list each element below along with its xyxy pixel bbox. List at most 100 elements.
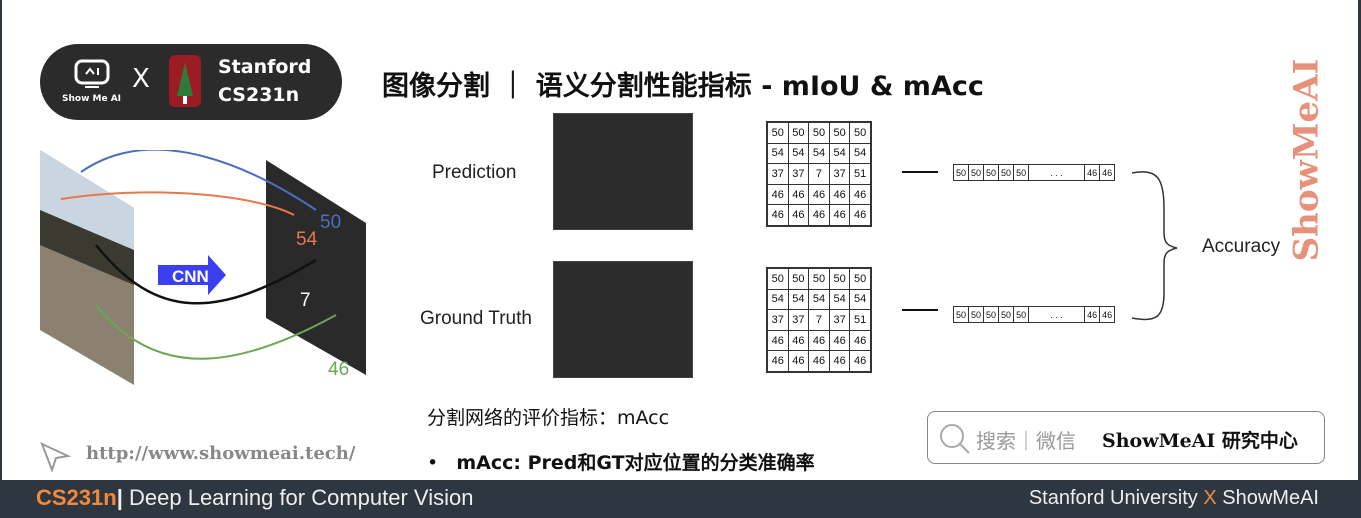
search-prefix: 搜索｜微信: [976, 429, 1076, 453]
cs231n-text: CS231n: [218, 84, 300, 106]
prediction-matrix: 50 50 50 50 50 54 54 54 54 54 37 37 7 37 51 46 46 46 46 46 4…: [766, 121, 872, 227]
matrix-cell: 46: [808, 329, 830, 352]
matrix-cell: 54: [828, 142, 851, 165]
footer-subtitle: Deep Learning for Computer Vision: [129, 485, 474, 510]
matrix-cell: 46: [767, 204, 789, 226]
vector-cell: 46: [1102, 168, 1113, 178]
arrow-icon: [902, 309, 938, 311]
accuracy-label: Accuracy: [1202, 236, 1281, 257]
footer-right: Stanford University X ShowMeAI: [1029, 487, 1319, 510]
notes-bullet: • mAcc: Pred和GT对应位置的分类准确率: [427, 452, 815, 474]
matrix-cell: 50: [849, 268, 871, 290]
matrix-cell: 46: [787, 183, 810, 206]
matrix-cell: 37: [787, 309, 810, 331]
vector-cell: 50: [984, 307, 1000, 322]
vector-cell: 50: [984, 165, 1000, 180]
footer-left: CS231n| Deep Learning for Computer Visio…: [36, 485, 473, 511]
matrix-cell: 50: [849, 122, 871, 144]
x-mark: X: [132, 64, 150, 94]
vector-cell: 50: [969, 165, 985, 180]
matrix-cell: 46: [767, 329, 789, 352]
arrow-icon: [902, 171, 938, 173]
class-label-50: 50: [320, 212, 341, 233]
matrix-cell: 54: [808, 142, 830, 165]
showmeai-watermark: ShowMeAI: [1286, 58, 1327, 262]
matrix-cell: 50: [767, 268, 789, 290]
cnn-label: CNN: [172, 267, 209, 286]
showmeai-logo-text: Show Me AI: [62, 94, 122, 104]
matrix-cell: 46: [828, 350, 851, 372]
matrix-cell: 46: [828, 204, 851, 226]
vector-cell: 46: [1085, 165, 1101, 180]
matrix-cell: 46: [808, 350, 830, 372]
matrix-cell: 54: [767, 142, 789, 165]
matrix-cell: 37: [828, 163, 851, 185]
prediction-image: [553, 113, 693, 230]
ground-truth-matrix: 50 50 50 50 50 54 54 54 54 54 37 37 7 37 51 46 46 46 46 46 4…: [766, 267, 872, 373]
matrix-cell: 46: [787, 204, 810, 226]
search-box[interactable]: 搜索｜微信 ShowMeAI 研究中心: [927, 411, 1325, 464]
vector-cell: . . .: [1029, 307, 1086, 322]
ground-truth-vector: 50 50 50 50 50. . . 46 46: [953, 306, 1116, 323]
class-label-54: 54: [296, 229, 318, 250]
vector-cell: 50: [954, 307, 970, 322]
stanford-logo-icon: [169, 55, 201, 107]
ground-truth-image: [553, 261, 693, 378]
vector-cell: 50: [1014, 165, 1030, 180]
class-label-7: 7: [300, 290, 311, 311]
matrix-cell: 54: [849, 142, 871, 165]
matrix-cell: 51: [849, 163, 871, 185]
matrix-cell: 46: [849, 329, 871, 352]
matrix-cell: 7: [808, 163, 830, 185]
matrix-cell: 50: [767, 122, 789, 144]
vector-cell: 46: [1085, 307, 1101, 322]
vector-cell: 50: [1014, 307, 1030, 322]
matrix-cell: 50: [787, 122, 810, 144]
slide: Show Me AI X Stanford CS231n 图像分割 ｜ 语义分割…: [2, 0, 1358, 480]
matrix-cell: 54: [808, 288, 830, 311]
matrix-cell: 7: [808, 309, 830, 331]
search-brand: ShowMeAI 研究中心: [1102, 430, 1298, 452]
matrix-cell: 50: [787, 268, 810, 290]
vector-cell: 46: [1102, 310, 1113, 320]
footer-x: X: [1203, 487, 1217, 509]
matrix-cell: 37: [767, 163, 789, 185]
vector-cell: . . .: [1029, 165, 1086, 180]
website-link[interactable]: http://www.showmeai.tech/: [86, 443, 355, 464]
matrix-cell: 46: [828, 183, 851, 206]
matrix-cell: 46: [849, 204, 871, 226]
matrix-cell: 54: [849, 288, 871, 311]
matrix-cell: 46: [767, 183, 789, 206]
footer-separator: |: [116, 485, 123, 510]
matrix-cell: 46: [849, 350, 871, 372]
matrix-cell: 46: [787, 329, 810, 352]
matrix-cell: 54: [767, 288, 789, 311]
vector-cell: 50: [999, 307, 1015, 322]
showmeai-logo-icon: [74, 59, 110, 88]
cursor-icon: [40, 442, 72, 472]
vector-cell: 50: [999, 165, 1015, 180]
matrix-cell: 46: [787, 350, 810, 372]
class-label-46: 46: [328, 359, 349, 380]
matrix-cell: 51: [849, 309, 871, 331]
notes-heading: 分割网络的评价指标：mAcc: [427, 407, 670, 429]
cnn-segmentation-figure: CNN 50 54 7 46: [40, 150, 366, 385]
matrix-cell: 50: [828, 122, 851, 144]
search-icon: [940, 424, 970, 454]
vector-cell: 50: [954, 165, 970, 180]
footer-showmeai: ShowMeAI: [1222, 487, 1319, 509]
matrix-cell: 37: [767, 309, 789, 331]
footer-course: CS231n: [36, 485, 117, 510]
matrix-cell: 54: [787, 142, 810, 165]
matrix-cell: 54: [787, 288, 810, 311]
matrix-cell: 46: [849, 183, 871, 206]
matrix-cell: 37: [787, 163, 810, 185]
stanford-text: Stanford: [218, 56, 312, 78]
page-title: 图像分割 ｜ 语义分割性能指标 - mIoU & mAcc: [382, 71, 984, 102]
matrix-cell: 46: [767, 350, 789, 372]
logo-banner: Show Me AI X Stanford CS231n: [40, 44, 342, 120]
matrix-cell: 46: [808, 183, 830, 206]
matrix-cell: 50: [808, 122, 830, 144]
segmentation-map: [266, 160, 366, 375]
prediction-vector: 50 50 50 50 50. . . 46 46: [953, 164, 1116, 181]
